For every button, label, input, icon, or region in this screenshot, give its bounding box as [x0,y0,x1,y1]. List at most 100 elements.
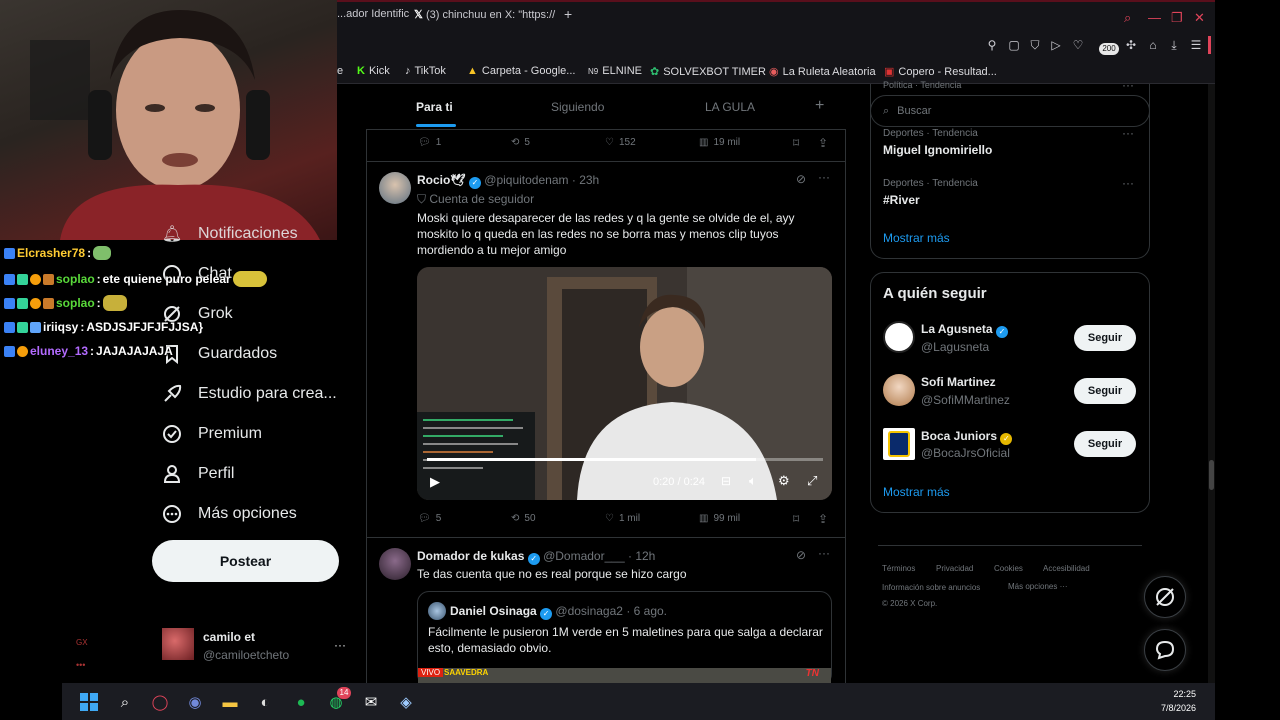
author-name[interactable]: Domador de kukas [417,549,524,563]
post-button[interactable]: Postear [152,540,339,582]
share-button[interactable]: ⇪ [818,136,828,150]
shield-icon[interactable]: ⛉ [1028,38,1042,52]
wallet-icon[interactable]: ⌂ [1146,38,1160,52]
tab-following[interactable]: Siguiendo [551,100,604,114]
spotify-icon[interactable]: ● [290,691,312,713]
nav-premium[interactable]: Premium [162,420,262,448]
reply-button[interactable]: 💬︎ 1 [418,137,441,148]
tab-for-you[interactable]: Para ti [416,100,453,114]
tab-la-gula[interactable]: LA GULA [705,100,755,114]
discord-icon[interactable]: ◉ [184,691,206,713]
footer-link[interactable]: Términos [882,564,915,573]
mail-icon[interactable]: ✉ [360,691,382,713]
follow-button[interactable]: Seguir [1074,378,1136,404]
bookmark-solvexbot[interactable]: ✿ SOLVEXBOT TIMER [650,65,766,79]
share-button[interactable]: ⇪ [818,512,828,526]
snapshot-icon[interactable]: ▢ [1007,38,1021,52]
follow-button[interactable]: Seguir [1074,431,1136,457]
account-name[interactable]: camilo et [203,630,255,644]
bookmark-copero[interactable]: ▣ Copero - Resultad... [884,65,997,79]
account-more-button[interactable]: ··· [334,638,346,652]
pin-icon[interactable]: ⚲ [985,38,999,52]
avatar[interactable] [883,374,915,406]
nav-notifications[interactable]: 🔔︎ Notificaciones [162,220,298,248]
bookmark-drive[interactable]: ▲ Carpeta - Google... [467,65,575,77]
minimize-icon[interactable]: — [1148,10,1161,25]
follow-name[interactable]: Boca Juniors [921,429,997,443]
extensions-icon[interactable]: ✣ [1124,38,1138,52]
footer-link[interactable]: Más opciones ··· [1008,582,1068,591]
author-handle[interactable]: @piquitodenam [484,173,568,187]
avatar[interactable] [379,172,411,204]
nav-more-options[interactable]: Más opciones [162,500,297,528]
menu-icon[interactable]: ☰ [1189,38,1203,52]
views-button[interactable]: ▥ 19 mil [699,137,740,148]
post-time[interactable]: 12h [635,549,655,563]
obs-icon[interactable]: ◐ [254,691,276,713]
fullscreen-icon[interactable]: ⤢ [807,473,817,489]
add-tab-button[interactable]: + [815,97,824,115]
avatar[interactable] [379,548,411,580]
like-button[interactable]: ♡ 1 mil [605,513,640,524]
bookmark-kick[interactable]: K Kick [357,65,390,77]
clock-time[interactable]: 22:25 [1158,689,1196,699]
follow-handle[interactable]: @SofiMMartinez [921,393,1010,407]
play-icon[interactable]: ▶ [430,474,440,490]
follow-name[interactable]: Sofi Martinez [921,375,996,389]
bookmark-button[interactable]: ⌑ [793,136,799,150]
more-icon[interactable]: ··· [1122,126,1134,140]
bookmark-item[interactable]: e [337,65,343,77]
video-player[interactable] [417,267,832,500]
clock-date[interactable]: 7/8/2026 [1150,703,1196,713]
repost-button[interactable]: ⟲ 50 [511,513,536,524]
scrollbar-thumb[interactable] [1209,460,1214,490]
footer-link[interactable]: Información sobre anuncios [882,583,980,592]
nav-creator-studio[interactable]: Estudio para crea... [162,380,337,408]
heart-icon[interactable]: ♡ [1071,38,1085,52]
captions-icon[interactable]: ⊟ [721,474,731,488]
follow-name[interactable]: La Agusneta [921,322,993,336]
messages-float-button[interactable] [1144,629,1186,671]
bookmark-tiktok[interactable]: ♪ TikTok [405,65,446,77]
show-more-trends[interactable]: Mostrar más [883,231,950,245]
account-handle[interactable]: @camiloetcheto [203,648,289,662]
like-button[interactable]: ♡ 152 [605,137,636,148]
search-icon[interactable]: ⌕ [114,691,136,713]
settings-icon[interactable]: ⚙ [778,473,790,489]
play-icon[interactable]: ▷ [1049,38,1063,52]
grok-icon[interactable]: ⊘ [796,548,806,562]
new-tab-button[interactable]: + [564,6,572,22]
grok-float-button[interactable] [1144,576,1186,618]
bookmark-button[interactable]: ⌑ [793,512,799,526]
nav-bookmarks[interactable]: Guardados [162,340,277,368]
scrollbar-track[interactable] [1208,84,1215,683]
more-icon[interactable]: ··· [818,546,830,560]
avatar[interactable] [883,321,915,353]
trend-topic[interactable]: Miguel Ignomiriello [883,143,992,157]
views-button[interactable]: ▥ 99 mil [699,513,740,524]
maximize-icon[interactable]: ❐ [1171,10,1183,26]
folder-icon[interactable]: ▬ [219,691,241,713]
trend-topic[interactable]: #River [883,193,920,207]
footer-link[interactable]: Accesibilidad [1043,564,1090,573]
browser-tab-active[interactable]: 𝕏 (3) chinchuu en X: "https:// [414,8,555,21]
bookmark-ruleta[interactable]: ◉ La Ruleta Aleatoria [769,65,876,79]
post-time[interactable]: 23h [579,173,599,187]
opera-gx-icon[interactable]: ◯ [149,691,171,713]
footer-link[interactable]: Cookies [994,564,1023,573]
follow-button[interactable]: Seguir [1074,325,1136,351]
windows-start-icon[interactable] [78,691,100,713]
grok-icon[interactable]: ⊘ [796,172,806,186]
nav-profile[interactable]: Perfil [162,460,234,488]
bookmark-elnine[interactable]: N9 ELNINE [588,65,642,77]
repost-button[interactable]: ⟲ 5 [511,137,530,148]
extension-badge[interactable]: 200 [1099,43,1119,55]
more-icon[interactable]: ··· [1122,78,1134,92]
steam-icon[interactable]: ◈ [395,691,417,713]
more-icon[interactable]: ··· [1122,176,1134,190]
reply-button[interactable]: 💬︎ 5 [418,513,441,524]
show-more-follow[interactable]: Mostrar más [883,485,950,499]
download-icon[interactable]: ⤓ [1167,38,1181,52]
footer-link[interactable]: Privacidad [936,564,973,573]
author-handle[interactable]: @Domador___ [543,549,625,563]
